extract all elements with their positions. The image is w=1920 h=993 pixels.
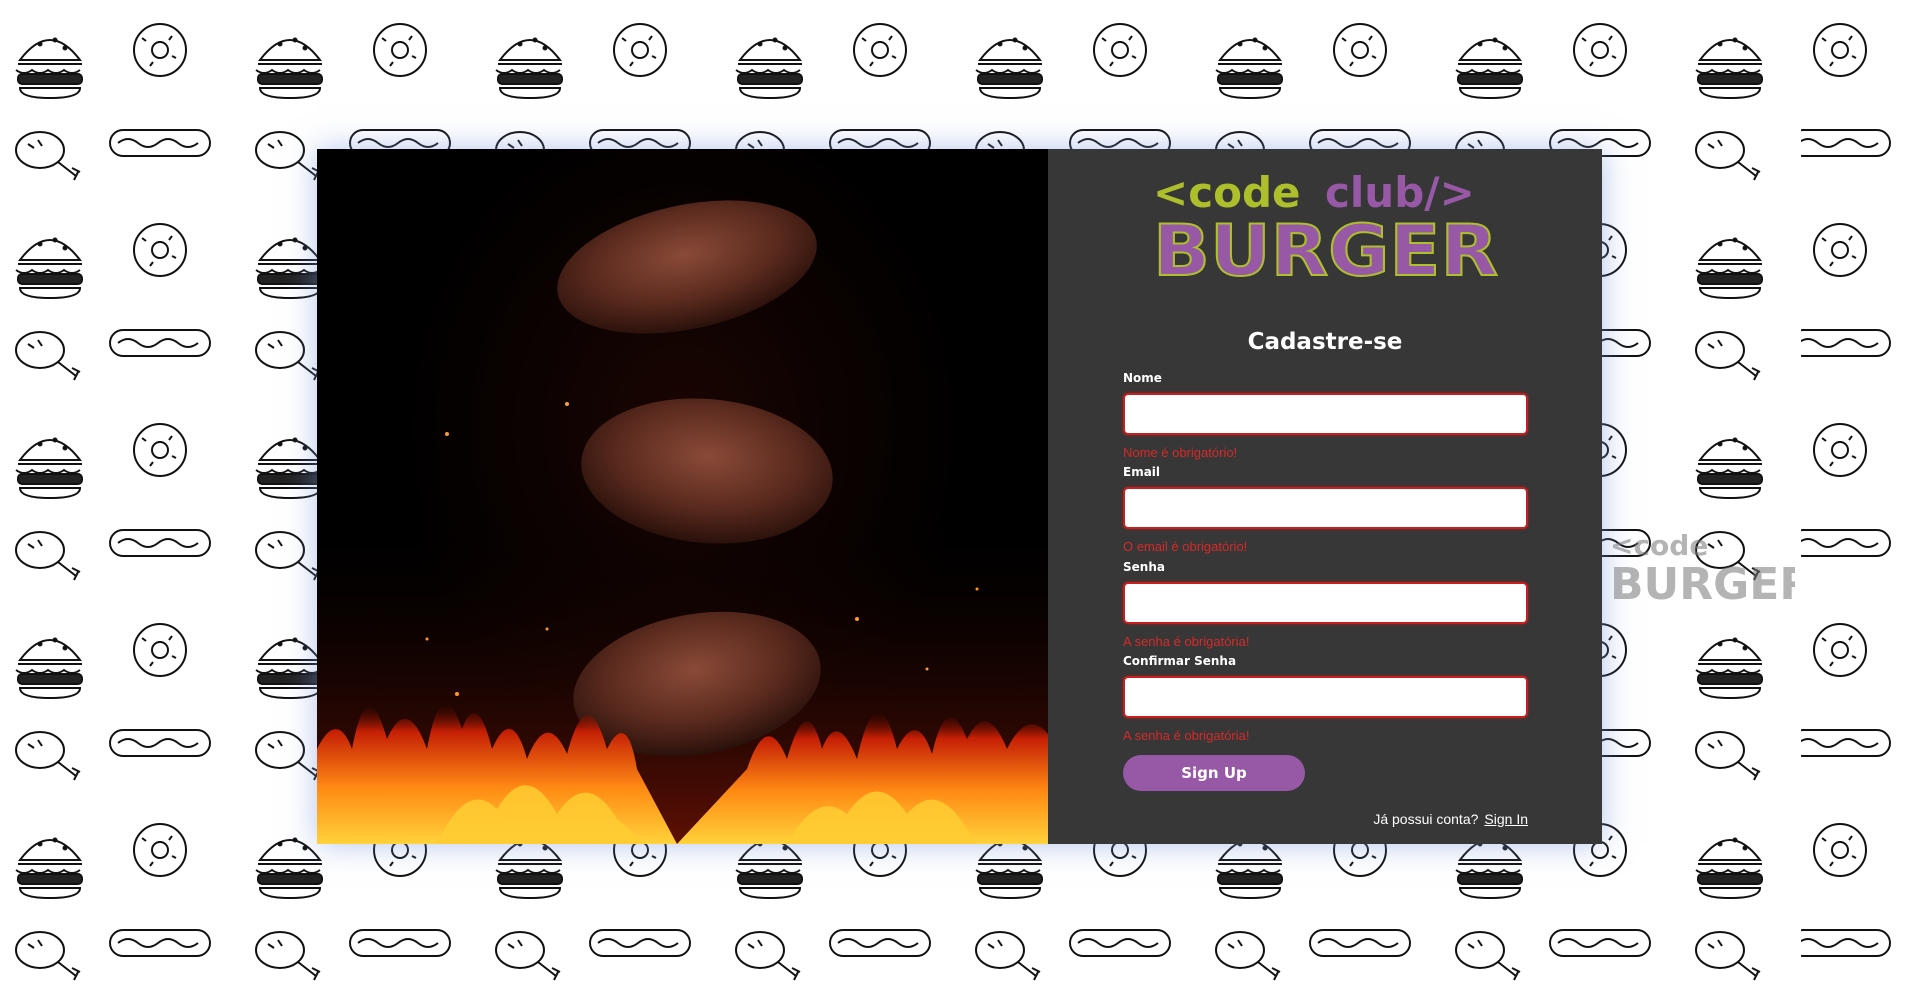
has-account-text: Já possui conta? (1373, 811, 1479, 827)
svg-text:BURGER: BURGER (1153, 210, 1498, 279)
email-input[interactable] (1123, 487, 1528, 529)
name-input[interactable] (1123, 393, 1528, 435)
password-error: A senha é obrigatória! (1123, 634, 1250, 649)
svg-text:BURGER: BURGER (1610, 559, 1795, 605)
name-error: Nome é obrigatório! (1123, 445, 1238, 460)
confirm-password-error: A senha é obrigatória! (1123, 728, 1250, 743)
password-label: Senha (1123, 560, 1165, 574)
email-field-group: Email O email é obrigatório! (1123, 465, 1528, 554)
confirm-password-label: Confirmar Senha (1123, 654, 1237, 668)
confirm-password-input[interactable] (1123, 676, 1528, 718)
sign-up-button[interactable]: Sign Up (1123, 755, 1305, 791)
burger-patties-hero-image (317, 149, 1048, 844)
signup-panel: <code club/> BURGER Cadastre-se Nome Nom… (1048, 149, 1602, 844)
codeclub-burger-logo: <code club/> BURGER (1153, 169, 1499, 279)
page-title: Cadastre-se (1247, 329, 1403, 355)
password-field-group: Senha A senha é obrigatória! (1123, 560, 1528, 649)
signup-card: <code club/> BURGER Cadastre-se Nome Nom… (317, 149, 1602, 844)
watermark-logo: <code BURGER (1610, 529, 1795, 605)
password-input[interactable] (1123, 582, 1528, 624)
name-label: Nome (1123, 371, 1162, 385)
email-label: Email (1123, 465, 1161, 479)
svg-text:<code: <code (1610, 529, 1708, 562)
confirm-password-field-group: Confirmar Senha A senha é obrigatória! (1123, 654, 1528, 743)
name-field-group: Nome Nome é obrigatório! (1123, 371, 1528, 460)
email-error: O email é obrigatório! (1123, 539, 1248, 554)
signin-prompt: Já possui conta? Sign In (1373, 811, 1528, 827)
patty-top (557, 200, 817, 334)
sign-in-link[interactable]: Sign In (1484, 811, 1528, 827)
